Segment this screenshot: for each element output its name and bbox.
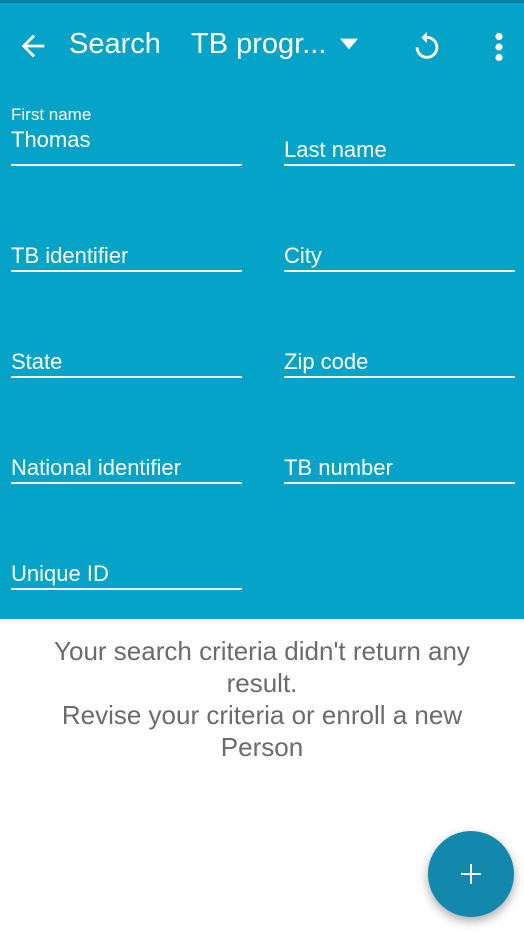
first-name-value[interactable]: Thomas xyxy=(11,125,90,155)
unique-id-field[interactable]: Unique ID xyxy=(11,529,242,590)
refresh-icon[interactable] xyxy=(410,29,444,63)
tb-identifier-field[interactable]: TB identifier xyxy=(11,211,242,272)
last-name-underline xyxy=(284,164,515,166)
tb-number-placeholder[interactable]: TB number xyxy=(284,453,393,483)
search-header: Search TB progr... First name Thomas Las… xyxy=(0,3,524,619)
city-placeholder[interactable]: City xyxy=(284,241,322,271)
program-label: TB progr... xyxy=(191,28,327,60)
last-name-field[interactable]: Last name xyxy=(284,105,515,166)
caret-down-icon xyxy=(340,38,359,50)
state-field[interactable]: State xyxy=(11,317,242,378)
more-vert-icon[interactable] xyxy=(488,29,510,65)
state-placeholder[interactable]: State xyxy=(11,347,62,377)
first-name-underline xyxy=(11,164,242,166)
zip-code-underline xyxy=(284,376,515,378)
city-underline xyxy=(284,270,515,272)
national-identifier-placeholder[interactable]: National identifier xyxy=(11,453,181,483)
first-name-field[interactable]: First name Thomas xyxy=(11,105,242,166)
page-title: Search xyxy=(69,28,161,60)
tb-identifier-placeholder[interactable]: TB identifier xyxy=(11,241,128,271)
arrow-back-icon[interactable] xyxy=(16,29,50,63)
unique-id-underline xyxy=(11,588,242,590)
unique-id-placeholder[interactable]: Unique ID xyxy=(11,559,109,589)
last-name-placeholder[interactable]: Last name xyxy=(284,135,387,165)
empty-state-line-2: Revise your criteria or enroll a new Per… xyxy=(61,700,463,762)
national-identifier-underline xyxy=(11,482,242,484)
program-selector[interactable]: TB progr... xyxy=(191,26,366,62)
toolbar: Search TB progr... xyxy=(0,3,524,87)
state-underline xyxy=(11,376,242,378)
enroll-fab-button[interactable] xyxy=(428,831,514,917)
empty-state-line-1: Your search criteria didn't return any r… xyxy=(54,636,470,698)
tb-number-underline xyxy=(284,482,515,484)
city-field[interactable]: City xyxy=(284,211,515,272)
tb-number-field[interactable]: TB number xyxy=(284,423,515,484)
national-identifier-field[interactable]: National identifier xyxy=(11,423,242,484)
tb-identifier-underline xyxy=(11,270,242,272)
zip-code-field[interactable]: Zip code xyxy=(284,317,515,378)
zip-code-placeholder[interactable]: Zip code xyxy=(284,347,368,377)
plus-icon xyxy=(461,864,481,884)
first-name-label: First name xyxy=(11,105,92,124)
empty-state-message: Your search criteria didn't return any r… xyxy=(20,635,504,763)
